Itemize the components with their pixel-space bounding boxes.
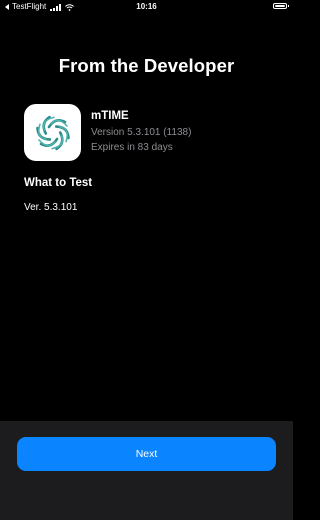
app-expiry: Expires in 83 days: [91, 142, 173, 153]
battery-icon: [273, 3, 289, 9]
status-time: 10:16: [136, 2, 157, 11]
page-title: From the Developer: [58, 55, 235, 76]
mtime-logo-icon: [24, 104, 81, 161]
what-to-test-notes: Ver. 5.3.101: [24, 202, 78, 213]
status-bar: TestFlight 10:16: [0, 0, 293, 14]
app-version: Version 5.3.101 (1138): [91, 127, 192, 138]
app-name: mTIME: [91, 110, 129, 122]
what-to-test-heading: What to Test: [24, 177, 93, 189]
next-button[interactable]: Next: [17, 437, 276, 471]
